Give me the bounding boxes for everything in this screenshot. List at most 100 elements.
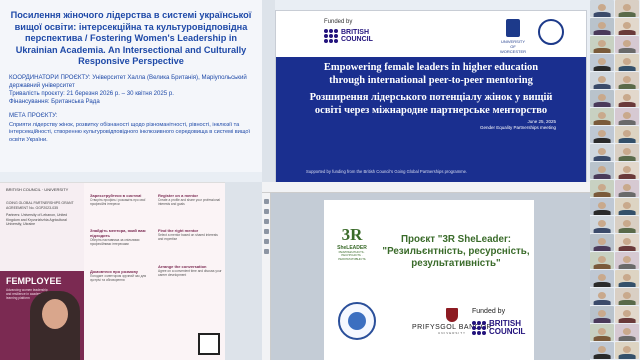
participant-video-tile[interactable] [590, 54, 614, 71]
tool-icon[interactable] [264, 219, 269, 224]
participant-avatar [597, 274, 607, 282]
participant-video-tile[interactable] [615, 252, 639, 269]
brochure-cover: BRITISH COUNCIL · UNIVERSITY GOING GLOBA… [0, 183, 84, 360]
participant-video-tile[interactable] [615, 288, 639, 305]
participant-avatar [622, 130, 632, 138]
participant-avatar [597, 346, 607, 354]
participant-body [593, 11, 611, 17]
brochure-logos: BRITISH COUNCIL · UNIVERSITY [6, 187, 69, 192]
participant-video-tile[interactable] [590, 252, 614, 269]
participant-avatar [597, 76, 607, 84]
step-text: Створіть профіль і розкажіть про свої пр… [90, 198, 146, 207]
participant-video-tile[interactable] [615, 36, 639, 53]
participant-video-tile[interactable] [615, 18, 639, 35]
participant-video-tile[interactable] [615, 144, 639, 161]
participant-body [593, 29, 611, 35]
british-council-dots-icon [324, 29, 338, 44]
step-text: Agree on a convenient time and discuss y… [158, 268, 222, 277]
project-3r-title: Проєкт "3R SheLeader: "Резильєнтність, р… [382, 234, 530, 270]
british-council-dots-icon [472, 321, 486, 336]
tool-icon[interactable] [264, 209, 269, 214]
partners-line: Partners: University of Lebanon, United … [6, 213, 68, 227]
participant-body [593, 155, 611, 161]
participant-avatar [597, 184, 607, 192]
participant-avatar [622, 274, 632, 282]
participant-video-tile[interactable] [590, 234, 614, 251]
participant-video-tile[interactable] [590, 18, 614, 35]
participant-video-tile[interactable] [615, 126, 639, 143]
participant-avatar [622, 148, 632, 156]
participant-body [593, 209, 611, 215]
tool-icon[interactable] [264, 229, 269, 234]
participant-video-tile[interactable] [615, 162, 639, 179]
participant-avatar [597, 112, 607, 120]
participant-avatar [622, 202, 632, 210]
participant-avatar [597, 130, 607, 138]
participant-video-tile[interactable] [615, 180, 639, 197]
participant-video-tile[interactable] [615, 270, 639, 287]
participant-body [618, 119, 636, 125]
tool-icon[interactable] [264, 249, 269, 254]
participant-video-tile[interactable] [590, 72, 614, 89]
participant-video-tile[interactable] [615, 306, 639, 323]
participant-video-tile[interactable] [615, 234, 639, 251]
participant-video-tile[interactable] [615, 0, 639, 17]
participant-body [593, 65, 611, 71]
participant-avatar [622, 220, 632, 228]
participant-video-tile[interactable] [615, 72, 639, 89]
participant-video-tile[interactable] [615, 324, 639, 341]
grant-info: GOING GLOBAL PARTNERSHIPS GRANT AGREEMEN… [6, 201, 76, 227]
viewer-toolbar[interactable] [262, 182, 590, 193]
participant-video-tile[interactable] [615, 216, 639, 233]
participant-video-tile[interactable] [615, 198, 639, 215]
participant-video-tile[interactable] [590, 342, 614, 359]
document-page: 3R SheLEADER РЕЗИЛЬЄНТНІСТЬ · РЕСУРСНІСТ… [324, 200, 534, 360]
participant-avatar [622, 166, 632, 174]
participant-avatar [622, 184, 632, 192]
femployee-banner: FEMPLOYEE Advancing women leadership and… [0, 271, 84, 360]
goal-text: Сприяти лідерству жінок, розвитку обізна… [9, 121, 251, 143]
participant-video-tile[interactable] [590, 108, 614, 125]
participant-video-tile[interactable] [590, 162, 614, 179]
participant-video-tile[interactable] [615, 342, 639, 359]
participant-video-tile[interactable] [615, 90, 639, 107]
participant-video-tile[interactable] [590, 36, 614, 53]
participant-avatar [622, 256, 632, 264]
participant-avatar [597, 148, 607, 156]
participant-video-tile[interactable] [590, 306, 614, 323]
participant-video-tile[interactable] [590, 198, 614, 215]
participant-video-tile[interactable] [590, 90, 614, 107]
participant-video-tile[interactable] [615, 54, 639, 71]
participant-avatar [622, 346, 632, 354]
participant-video-tile[interactable] [590, 216, 614, 233]
participant-avatar [597, 328, 607, 336]
participant-body [618, 47, 636, 53]
participant-video-tile[interactable] [590, 270, 614, 287]
participant-video-tile[interactable] [615, 108, 639, 125]
participant-video-tile[interactable] [590, 288, 614, 305]
university-crest-icon [506, 19, 520, 37]
person-face [42, 299, 68, 329]
participant-grid[interactable] [590, 0, 640, 360]
tool-icon[interactable] [264, 199, 269, 204]
participant-avatar [597, 256, 607, 264]
university-label: UNIVERSITY OF WORCESTER [500, 39, 526, 54]
participant-avatar [597, 166, 607, 174]
tool-icon[interactable] [264, 239, 269, 244]
participant-video-tile[interactable] [590, 0, 614, 17]
meeting-date: June 25, 2025 Gender Equality Partnershi… [480, 119, 556, 132]
participant-video-tile[interactable] [590, 144, 614, 161]
participant-video-tile[interactable] [590, 324, 614, 341]
participant-avatar [622, 4, 632, 12]
participant-body [618, 299, 636, 305]
participant-body [593, 263, 611, 269]
participant-avatar [622, 76, 632, 84]
sheleader-logo: 3R SheLEADER РЕЗИЛЬЄНТНІСТЬ · РЕСУРСНІСТ… [332, 225, 372, 261]
mentoring-slide: Funded by BRITISH COUNCIL UNIVERSITY OF … [275, 10, 587, 182]
title-ukrainian: Розширення лідерського потенціалу жінок … [309, 92, 553, 116]
participant-video-tile[interactable] [590, 180, 614, 197]
participant-avatar [597, 4, 607, 12]
participant-body [593, 281, 611, 287]
ukrainian-university-seal-icon [338, 302, 376, 340]
participant-video-tile[interactable] [590, 126, 614, 143]
